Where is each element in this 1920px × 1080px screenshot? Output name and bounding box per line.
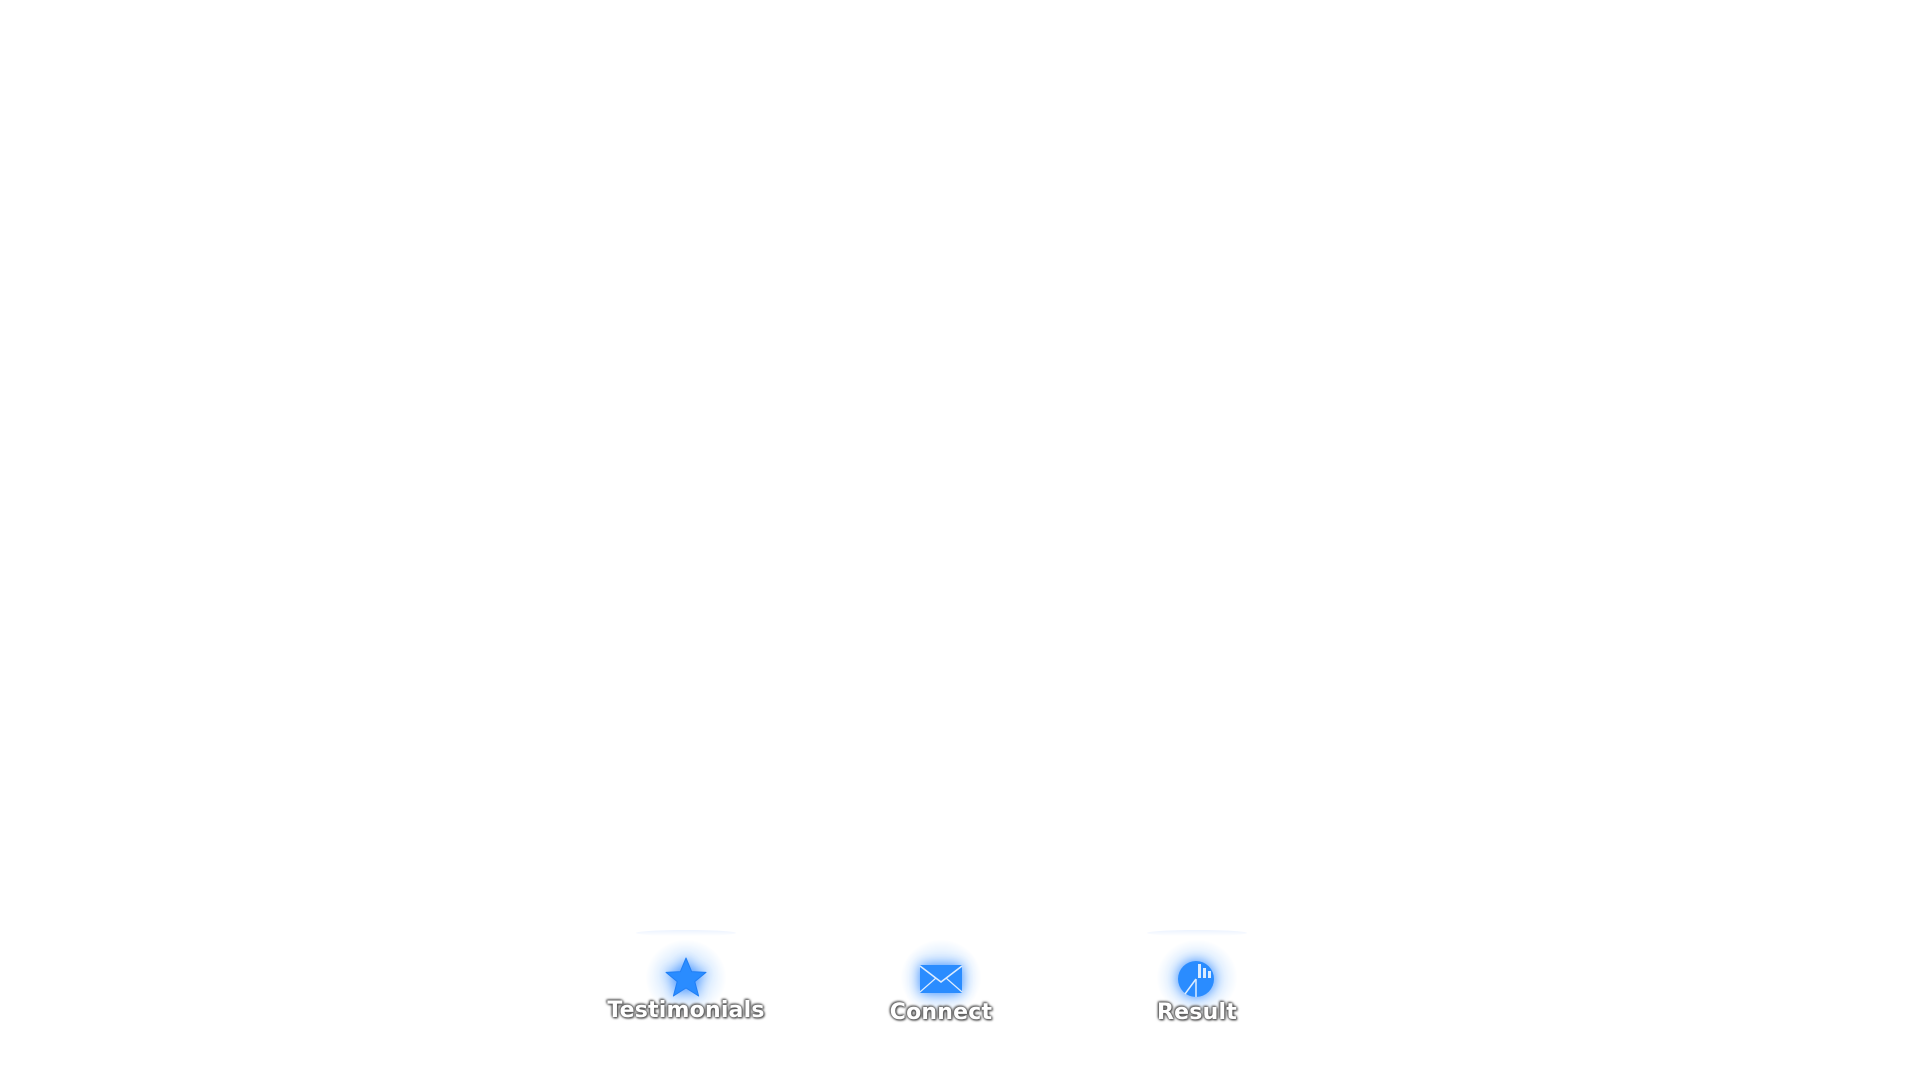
- pie-chart-icon: [1178, 961, 1214, 997]
- envelope-icon: [919, 965, 963, 993]
- star-icon: [665, 957, 707, 997]
- nav-item-testimonials[interactable]: Testimonials: [601, 930, 771, 1040]
- nav-item-connect[interactable]: Connect: [856, 930, 1026, 1040]
- nav-item-label: Result: [1157, 1000, 1237, 1025]
- highlight-shine: [1147, 930, 1247, 936]
- bottom-navigation: Testimonials Connect Result: [0, 930, 1920, 1050]
- highlight-shine: [636, 930, 736, 936]
- nav-item-result[interactable]: Result: [1112, 930, 1282, 1040]
- page-canvas: Testimonials Connect Result: [0, 0, 1920, 1080]
- nav-item-label: Connect: [889, 1000, 993, 1025]
- nav-item-label: Testimonials: [607, 998, 765, 1023]
